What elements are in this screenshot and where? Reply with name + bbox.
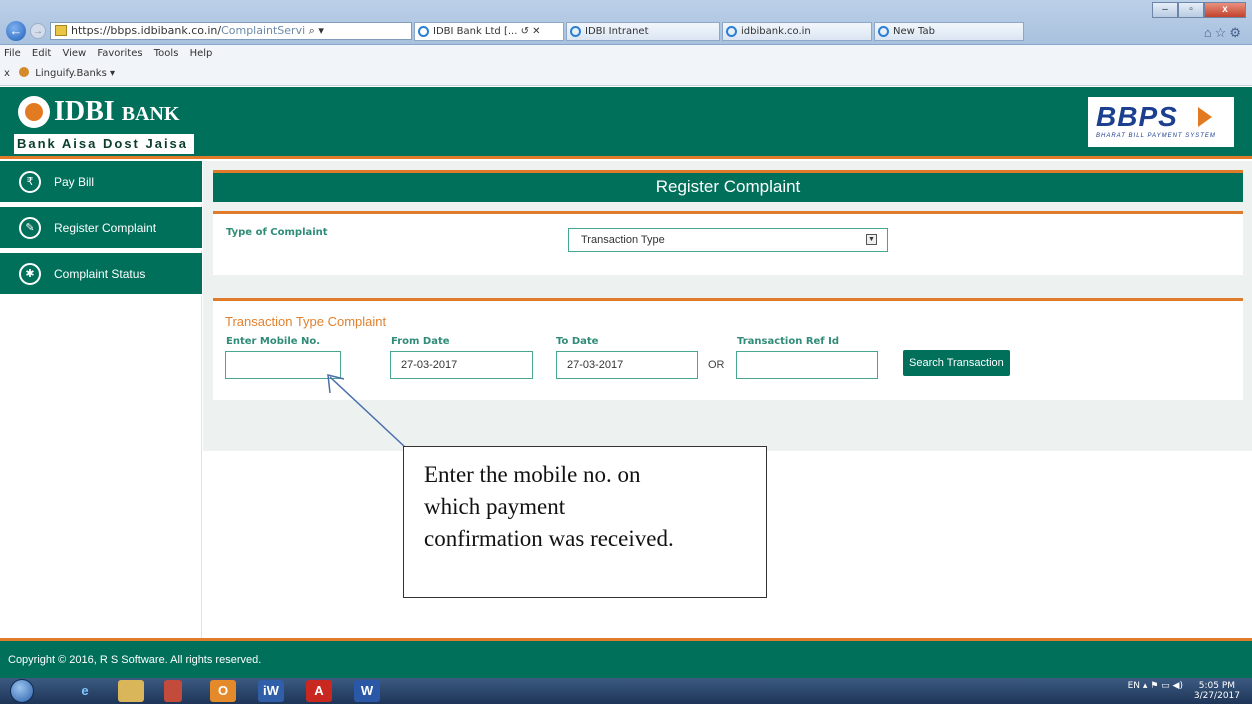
clock[interactable]: 5:05 PM 3/27/2017 bbox=[1194, 681, 1240, 701]
bank-name-suffix: BANK bbox=[121, 103, 180, 125]
minimize-button[interactable]: – bbox=[1152, 2, 1178, 18]
sidebar-item-pay-bill[interactable]: ₹ Pay Bill bbox=[0, 161, 202, 204]
section-title: Transaction Type Complaint bbox=[225, 314, 387, 329]
menu-favorites[interactable]: Favorites bbox=[97, 48, 142, 59]
back-button[interactable]: ← bbox=[6, 21, 26, 41]
tab-idbibank[interactable]: idbibank.co.in bbox=[722, 22, 872, 41]
taskbar: e O iW A W EN ▴ ⚑ ▭ ◀) 5:05 PM 3/27/2017 bbox=[0, 678, 1252, 704]
callout-line: Enter the mobile no. on bbox=[424, 462, 641, 487]
outlook-taskbar-icon[interactable]: O bbox=[210, 680, 236, 702]
callout-arrow bbox=[327, 374, 406, 448]
browser-titlebar: – ▫ x ← → https://bbps.idbibank.co.in/Co… bbox=[0, 0, 1252, 45]
bank-name: IDBI BANK bbox=[54, 96, 180, 128]
menu-edit[interactable]: Edit bbox=[32, 48, 51, 59]
rupee-icon: ₹ bbox=[19, 171, 41, 193]
clock-time: 5:05 PM bbox=[1198, 681, 1236, 691]
clock-date: 3/27/2017 bbox=[1193, 691, 1240, 701]
tab-label: New Tab bbox=[893, 26, 935, 37]
dropdown-arrow-icon[interactable]: ▼ bbox=[866, 234, 877, 245]
linguify-icon bbox=[19, 67, 30, 77]
tab-idbi-bank[interactable]: IDBI Bank Ltd [... ↺ ✕ bbox=[414, 22, 564, 41]
tab-label: idbibank.co.in bbox=[741, 26, 811, 37]
system-tray: EN ▴ ⚑ ▭ ◀) 5:05 PM 3/27/2017 bbox=[1128, 681, 1240, 701]
tab-idbi-intranet[interactable]: IDBI Intranet bbox=[566, 22, 720, 41]
menu-help[interactable]: Help bbox=[190, 48, 213, 59]
transaction-ref-input[interactable] bbox=[736, 351, 878, 379]
forward-button[interactable]: → bbox=[30, 23, 46, 39]
start-button[interactable] bbox=[10, 679, 34, 703]
bank-tagline: Bank Aisa Dost Jaisa bbox=[14, 134, 194, 154]
close-button[interactable]: x bbox=[1204, 2, 1246, 18]
address-url: https://bbps.idbibank.co.in/ bbox=[71, 24, 222, 37]
complaint-type-select[interactable]: Transaction Type ▼ bbox=[568, 228, 888, 252]
tab-label: IDBI Bank Ltd [... ↺ ✕ bbox=[433, 26, 541, 37]
favorites-close-icon[interactable]: x bbox=[4, 68, 10, 79]
page-title: Register Complaint bbox=[213, 170, 1243, 202]
sidebar-item-label: Register Complaint bbox=[54, 221, 157, 235]
media-taskbar-icon[interactable] bbox=[164, 680, 182, 702]
bbps-arrow-icon bbox=[1198, 107, 1212, 127]
ie-taskbar-icon[interactable]: e bbox=[72, 680, 98, 702]
tab-new-tab[interactable]: New Tab bbox=[874, 22, 1024, 41]
bbps-logo: BBPS BHARAT BILL PAYMENT SYSTEM bbox=[1088, 97, 1234, 147]
from-date-label: From Date bbox=[391, 336, 450, 347]
footer: Copyright © 2016, R S Software. All righ… bbox=[0, 638, 1252, 678]
language-indicator[interactable]: EN bbox=[1128, 681, 1140, 691]
page-icon bbox=[726, 26, 737, 37]
type-of-complaint-label: Type of Complaint bbox=[226, 227, 328, 238]
search-transaction-button[interactable]: Search Transaction bbox=[903, 350, 1010, 376]
idbi-logo-icon bbox=[18, 96, 50, 128]
favorites-item-linguify[interactable]: Linguify.Banks bbox=[35, 68, 107, 79]
favorites-bar: x Linguify.Banks ▾ bbox=[0, 63, 1252, 86]
callout-box: Enter the mobile no. on which payment co… bbox=[403, 446, 767, 598]
complaint-type-value: Transaction Type bbox=[581, 234, 665, 246]
sidebar: ₹ Pay Bill ✎ Register Complaint ✱ Compla… bbox=[0, 161, 202, 638]
or-separator: OR bbox=[708, 359, 725, 371]
ref-id-label: Transaction Ref Id bbox=[737, 336, 840, 347]
mobile-label: Enter Mobile No. bbox=[226, 336, 321, 347]
word-taskbar-icon[interactable]: W bbox=[354, 680, 380, 702]
site-icon bbox=[55, 25, 67, 36]
menu-tools[interactable]: Tools bbox=[154, 48, 179, 59]
callout-line: which payment bbox=[424, 494, 566, 519]
menu-view[interactable]: View bbox=[62, 48, 86, 59]
maximize-button[interactable]: ▫ bbox=[1178, 2, 1204, 18]
to-date-input[interactable]: 27-03-2017 bbox=[556, 351, 698, 379]
sidebar-item-complaint-status[interactable]: ✱ Complaint Status bbox=[0, 253, 202, 296]
ie-icon bbox=[570, 26, 581, 37]
lock-icon bbox=[418, 26, 429, 37]
edit-icon: ✎ bbox=[19, 217, 41, 239]
bbps-logo-subtitle: BHARAT BILL PAYMENT SYSTEM bbox=[1096, 133, 1216, 139]
address-search-icon[interactable]: ⌕ ▾ bbox=[309, 24, 324, 37]
tab-label: IDBI Intranet bbox=[585, 26, 649, 37]
bank-name-main: IDBI bbox=[54, 96, 115, 127]
ie-icon bbox=[878, 26, 889, 37]
chevron-down-icon[interactable]: ▾ bbox=[110, 68, 115, 79]
sidebar-item-label: Complaint Status bbox=[54, 267, 146, 281]
gear-icon: ✱ bbox=[19, 263, 41, 285]
sidebar-item-label: Pay Bill bbox=[54, 175, 95, 189]
iw-taskbar-icon[interactable]: iW bbox=[258, 680, 284, 702]
tray-icons[interactable]: ▴ ⚑ ▭ ◀) bbox=[1143, 681, 1183, 691]
menu-file[interactable]: File bbox=[4, 48, 21, 59]
bbps-logo-text: BBPS bbox=[1096, 101, 1178, 132]
toolbar-icons[interactable]: ⌂☆⚙ bbox=[1204, 25, 1244, 41]
address-bar[interactable]: https://bbps.idbibank.co.in/ComplaintSer… bbox=[50, 22, 412, 40]
menu-bar: File Edit View Favorites Tools Help bbox=[0, 45, 1252, 63]
pdf-taskbar-icon[interactable]: A bbox=[306, 680, 332, 702]
explorer-taskbar-icon[interactable] bbox=[118, 680, 144, 702]
site-header: IDBI BANK Bank Aisa Dost Jaisa BBPS BHAR… bbox=[0, 87, 1252, 159]
sidebar-item-register-complaint[interactable]: ✎ Register Complaint bbox=[0, 207, 202, 250]
window-controls: – ▫ x bbox=[1152, 2, 1246, 18]
idbi-logo[interactable]: IDBI BANK Bank Aisa Dost Jaisa bbox=[14, 94, 194, 154]
address-url-path: ComplaintServi bbox=[221, 24, 306, 37]
to-date-label: To Date bbox=[556, 336, 599, 347]
callout-line: confirmation was received. bbox=[424, 526, 674, 551]
complaint-type-panel: Type of Complaint Transaction Type ▼ bbox=[213, 211, 1243, 275]
